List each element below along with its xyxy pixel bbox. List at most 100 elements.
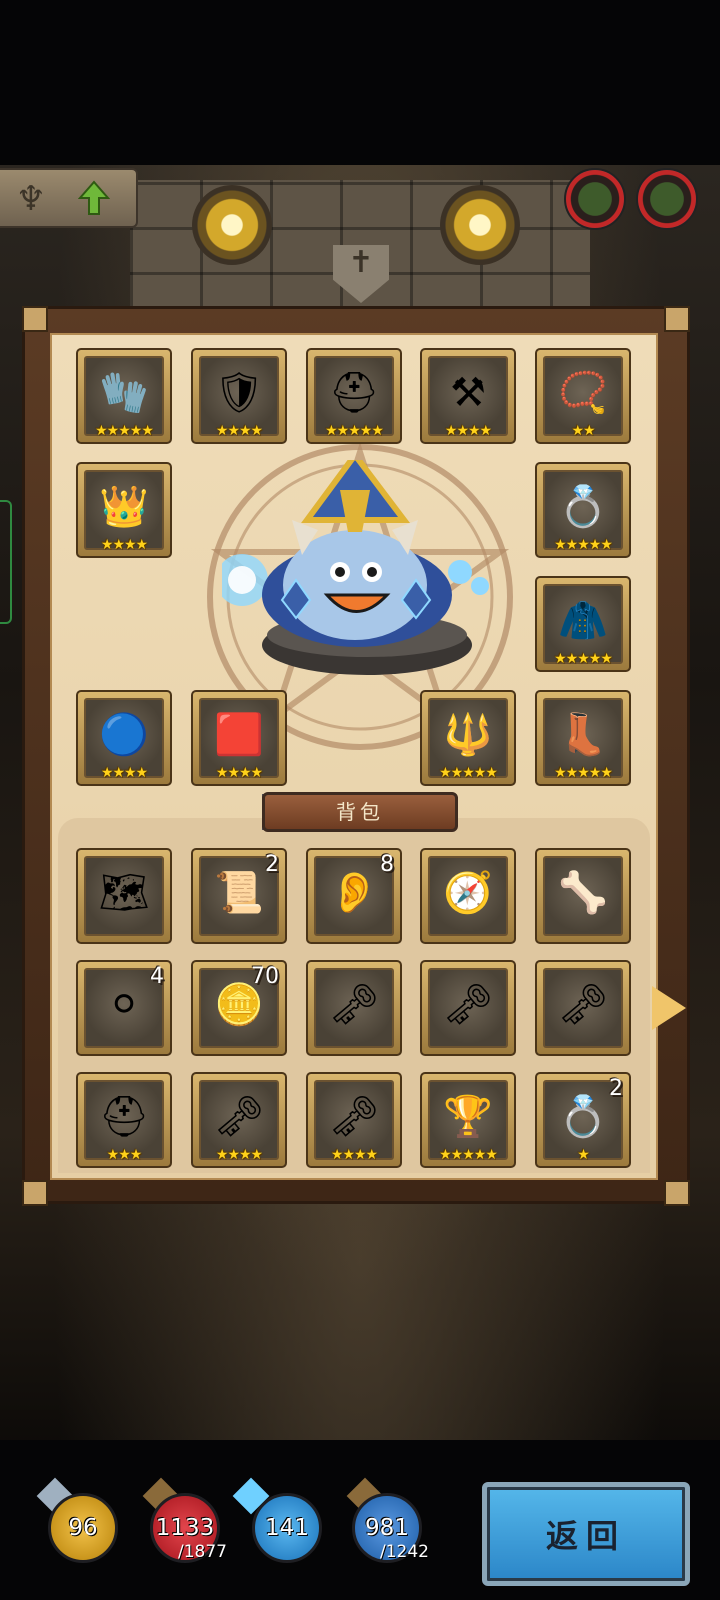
trophy-shield-icon: 🏆 — [443, 1094, 493, 1140]
equip-slot-anvil[interactable]: ⚒ ★★★★ — [420, 348, 516, 444]
bag-slot-compass[interactable]: 🧭 — [420, 848, 516, 944]
bag-slot-key-red[interactable]: 🗝 — [420, 960, 516, 1056]
key-icon: 🗝 — [328, 982, 380, 1028]
key-icon: 🗝 — [442, 982, 494, 1028]
equip-slot-cloak[interactable]: 🧥 ★★★★★ — [535, 576, 631, 672]
equip-slot-gauntlet[interactable]: 🧤 ★★★★★ — [76, 348, 172, 444]
panel-corner — [664, 1180, 690, 1206]
bag-slot-claw[interactable]: 🦴 — [535, 848, 631, 944]
bag-slot-key-blue[interactable]: 🗝 — [306, 960, 402, 1056]
cloak-icon: 🧥 — [558, 598, 608, 644]
equip-slot-golden-armor[interactable]: 🛡 ★★★★ — [191, 348, 287, 444]
item-count: 70 — [251, 964, 279, 989]
item-count: 2 — [609, 1076, 623, 1101]
spartan-helmet-icon: ⛑ — [98, 1094, 150, 1140]
pet-portrait-button[interactable] — [564, 168, 626, 230]
equip-slot-amulet[interactable]: 📿 ★★ — [535, 348, 631, 444]
bag-slot-scroll[interactable]: 📜 2 — [191, 848, 287, 944]
helmet-icon: ⛑ — [328, 370, 380, 416]
attack-value: 96 — [68, 1515, 98, 1541]
bag-slot-ear[interactable]: 👂 8 — [306, 848, 402, 944]
star-rating: ★★ — [571, 423, 595, 439]
scroll-icon: 📜 — [214, 870, 264, 916]
equip-slot-orb[interactable]: 🔵 ★★★★ — [76, 690, 172, 786]
top-dark-area — [0, 0, 720, 165]
ring-icon: 💍 — [558, 484, 608, 530]
star-rating: ★★★★★ — [554, 651, 613, 667]
goblin-portrait-button[interactable] — [636, 168, 698, 230]
bag-slot-spartan-helmet[interactable]: ⛑ ★★★ — [76, 1072, 172, 1168]
item-count: 8 — [380, 852, 394, 877]
bag-slot-key-winged[interactable]: 🗝 — [535, 960, 631, 1056]
up-arrow-icon — [78, 180, 110, 215]
star-rating: ★ — [577, 1147, 590, 1163]
next-page-arrow-icon[interactable] — [652, 986, 686, 1030]
bag-slot-trophy-shield[interactable]: 🏆 ★★★★★ — [420, 1072, 516, 1168]
orb-icon: 🔵 — [99, 712, 149, 758]
left-pillar-lamp — [192, 185, 272, 265]
gauntlet-icon: 🧤 — [99, 370, 149, 416]
star-rating: ★★★★★ — [554, 537, 613, 553]
rune-tile-icon: 🟥 — [214, 712, 264, 758]
star-rating: ★★★★ — [215, 423, 263, 439]
bag-title: 背包 — [262, 792, 458, 832]
star-rating: ★★★★ — [215, 765, 263, 781]
panel-corner — [22, 306, 48, 332]
star-rating: ★★★★ — [215, 1147, 263, 1163]
bag-slot-silver-ring[interactable]: 💍 2 ★ — [535, 1072, 631, 1168]
star-rating: ★★★ — [106, 1147, 143, 1163]
silver-orbs-icon: ⚪ — [107, 982, 141, 1028]
golden-armor-icon: 🛡 — [213, 370, 265, 416]
item-count: 4 — [150, 964, 164, 989]
right-pillar-lamp — [440, 185, 520, 265]
return-button[interactable]: 返回 — [482, 1482, 690, 1586]
bag-slot-map[interactable]: 🗺 — [76, 848, 172, 944]
level-up-banner[interactable]: ♆ — [0, 168, 138, 228]
key-icon: 🗝 — [557, 982, 609, 1028]
magic-value: 141 — [265, 1515, 309, 1541]
equip-slot-crown[interactable]: 👑 ★★★★ — [76, 462, 172, 558]
ear-icon: 👂 — [329, 870, 379, 916]
health-value: 1133 — [155, 1515, 215, 1541]
health-max: /1877 — [178, 1542, 227, 1562]
equip-slot-ring[interactable]: 💍 ★★★★★ — [535, 462, 631, 558]
amulet-icon: 📿 — [558, 370, 608, 416]
mana-max: /1242 — [380, 1542, 429, 1562]
star-rating: ★★★★★ — [554, 765, 613, 781]
panel-corner — [664, 306, 690, 332]
star-rating: ★★★★★ — [439, 1147, 498, 1163]
bag-slot-key-sapphire[interactable]: 🗝 ★★★★ — [306, 1072, 402, 1168]
golden-bracer-icon: 🔱 — [443, 712, 493, 758]
attack-stat: 96 — [48, 1493, 118, 1563]
map-icon: 🗺 — [98, 870, 150, 916]
equip-slot-boots[interactable]: 👢 ★★★★★ — [535, 690, 631, 786]
star-rating: ★★★★★ — [325, 423, 384, 439]
equip-slot-helmet[interactable]: ⛑ ★★★★★ — [306, 348, 402, 444]
claw-icon: 🦴 — [558, 870, 608, 916]
bag-slot-key-gold[interactable]: 🗝 ★★★★ — [191, 1072, 287, 1168]
bag-slot-silver-orbs[interactable]: ⚪ 4 — [76, 960, 172, 1056]
panel-corner — [22, 1180, 48, 1206]
equip-slot-golden-bracer[interactable]: 🔱 ★★★★★ — [420, 690, 516, 786]
monster-avatar — [222, 460, 489, 675]
star-rating: ★★★★ — [100, 765, 148, 781]
item-count: 2 — [265, 852, 279, 877]
boots-icon: 👢 — [558, 712, 608, 758]
mana-value: 981 — [365, 1515, 409, 1541]
star-rating: ★★★★ — [330, 1147, 378, 1163]
equip-slot-rune-tile[interactable]: 🟥 ★★★★ — [191, 690, 287, 786]
star-rating: ★★★★ — [100, 537, 148, 553]
silver-ring-icon: 💍 — [558, 1094, 608, 1140]
star-rating: ★★★★ — [444, 423, 492, 439]
key-icon: 🗝 — [213, 1094, 265, 1140]
star-rating: ★★★★★ — [439, 765, 498, 781]
anvil-icon: ⚒ — [450, 370, 486, 416]
crown-icon: 👑 — [99, 484, 149, 530]
magic-stat: 141 — [252, 1493, 322, 1563]
candelabra-icon: ♆ — [15, 179, 47, 219]
bag-slot-bronze-coin[interactable]: 🪙 70 — [191, 960, 287, 1056]
side-drawer-tab[interactable] — [0, 500, 12, 624]
star-rating: ★★★★★ — [95, 423, 154, 439]
bronze-coin-icon: 🪙 — [214, 982, 264, 1028]
compass-icon: 🧭 — [443, 870, 493, 916]
